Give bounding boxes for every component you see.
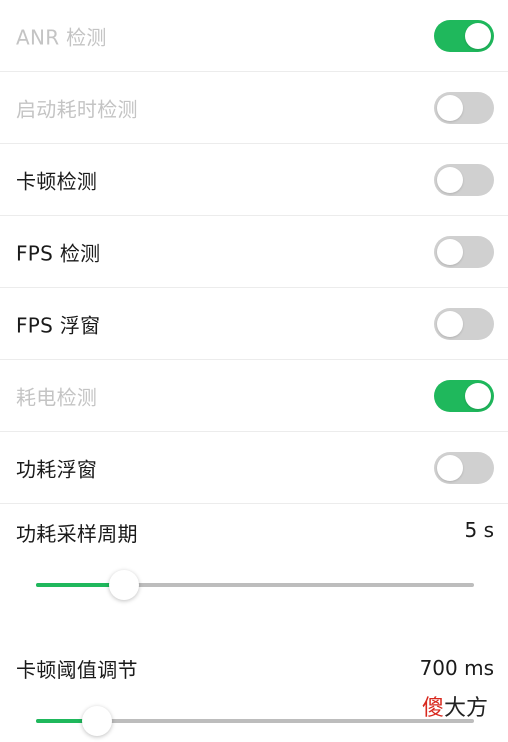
setting-row-power-overlay: 功耗浮窗 xyxy=(0,432,508,504)
jank-threshold-slider[interactable] xyxy=(36,706,474,736)
battery-toggle[interactable] xyxy=(434,379,494,412)
setting-label: 卡顿检测 xyxy=(16,169,98,193)
anr-toggle[interactable] xyxy=(434,19,494,52)
startup-time-toggle[interactable] xyxy=(434,91,494,124)
setting-label: ANR 检测 xyxy=(16,25,107,49)
jank-toggle[interactable] xyxy=(434,163,494,196)
jank-threshold-title: 卡顿阈值调节 xyxy=(16,658,138,682)
sample-period-value: 5 s xyxy=(464,518,494,542)
watermark-part-a: 傻 xyxy=(421,696,444,721)
setting-row-jank: 卡顿检测 xyxy=(0,144,508,216)
setting-row-fps-overlay: FPS 浮窗 xyxy=(0,288,508,360)
slider-thumb[interactable] xyxy=(82,706,113,736)
settings-list: ANR 检测 启动耗时检测 卡顿检测 FPS 检测 FPS 浮窗 耗电检测 功耗… xyxy=(0,0,508,504)
toggle-knob xyxy=(437,166,463,193)
setting-label: FPS 检测 xyxy=(16,241,101,265)
setting-row-anr: ANR 检测 xyxy=(0,0,508,72)
slider-thumb[interactable] xyxy=(108,570,139,600)
toggle-knob xyxy=(465,382,491,409)
watermark-part-b: 大方 xyxy=(443,696,488,721)
toggle-knob xyxy=(465,22,491,49)
setting-row-fps: FPS 检测 xyxy=(0,216,508,288)
jank-threshold-value: 700 ms xyxy=(419,656,494,680)
setting-label: FPS 浮窗 xyxy=(16,313,101,337)
fps-overlay-toggle[interactable] xyxy=(434,307,494,340)
watermark: 傻大方 xyxy=(422,690,488,722)
sample-period-slider[interactable] xyxy=(36,570,474,600)
power-overlay-toggle[interactable] xyxy=(434,451,494,484)
toggle-knob xyxy=(437,94,463,121)
fps-toggle[interactable] xyxy=(434,235,494,268)
setting-label: 耗电检测 xyxy=(16,385,98,409)
sample-period-title: 功耗采样周期 xyxy=(16,522,138,546)
setting-label: 启动耗时检测 xyxy=(16,97,138,121)
setting-label: 功耗浮窗 xyxy=(16,457,98,481)
setting-row-startup-time: 启动耗时检测 xyxy=(0,72,508,144)
toggle-knob xyxy=(437,310,463,337)
toggle-knob xyxy=(437,238,463,265)
setting-row-battery: 耗电检测 xyxy=(0,360,508,432)
toggle-knob xyxy=(437,454,463,481)
